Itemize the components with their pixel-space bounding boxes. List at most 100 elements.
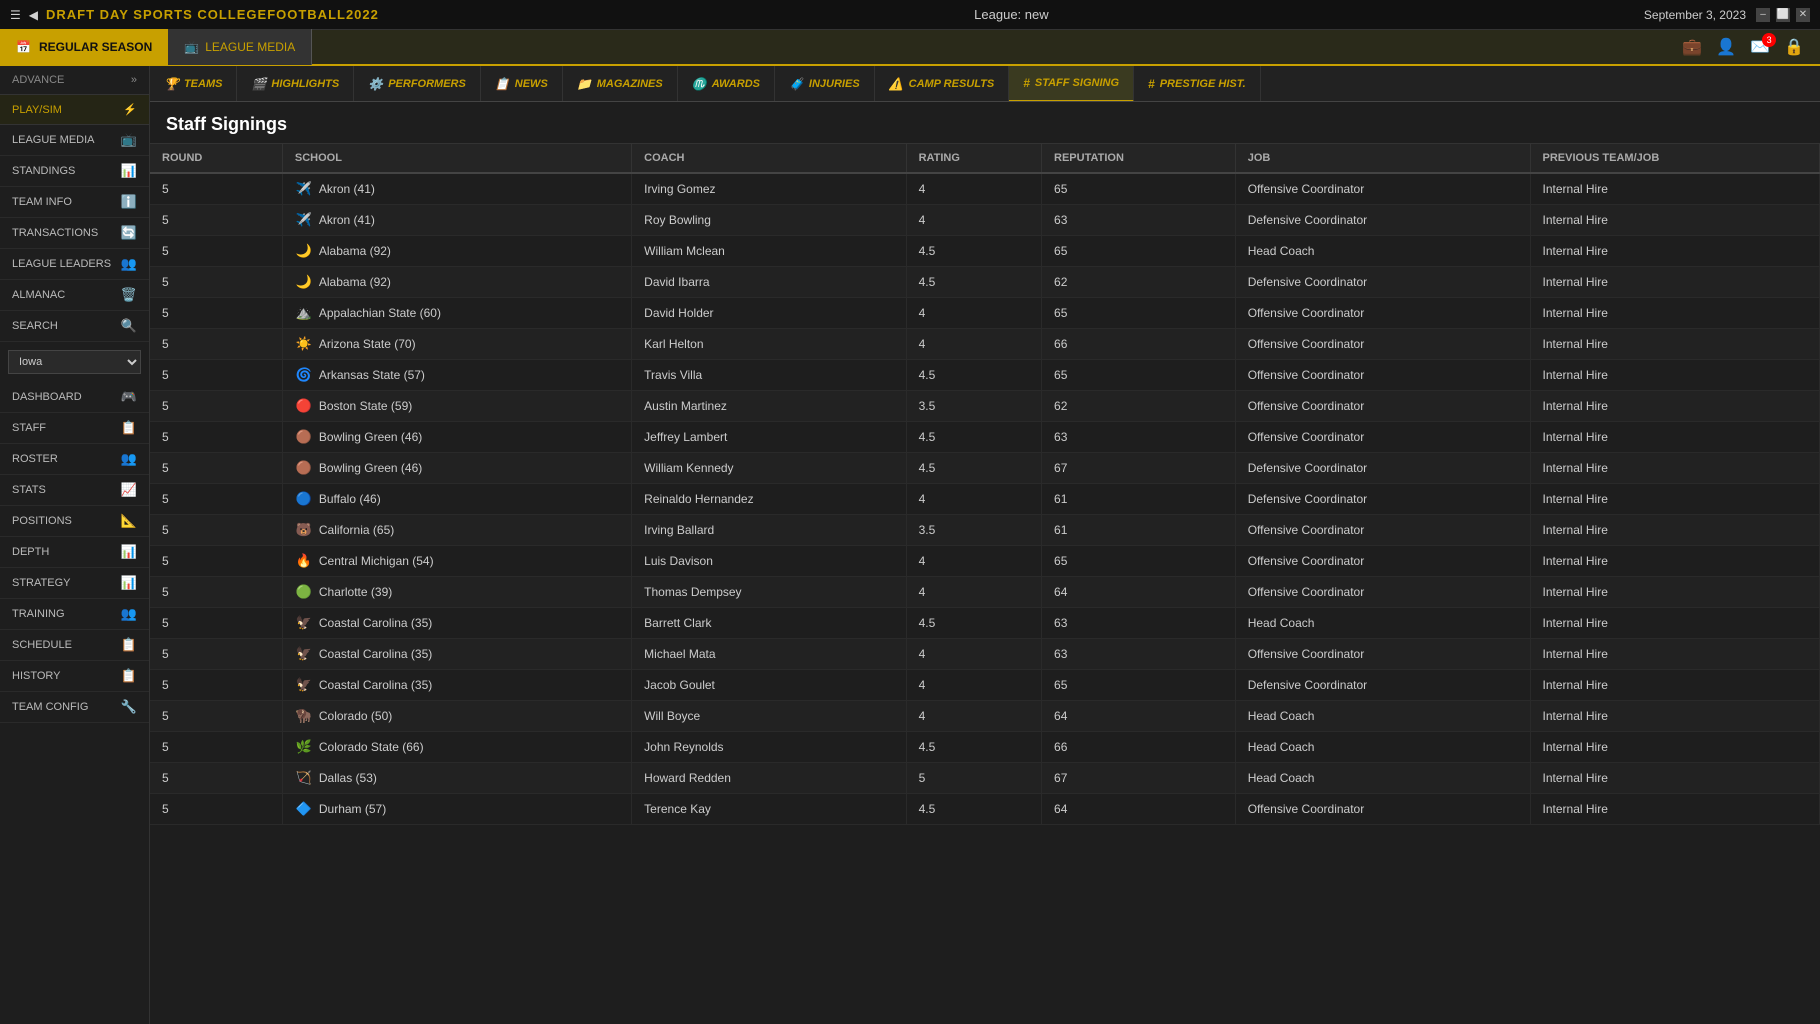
sidebar-item-history[interactable]: HISTORY 📋 xyxy=(0,661,149,692)
school-icon: 🦅 xyxy=(295,676,313,694)
briefcase-icon[interactable]: 💼 xyxy=(1682,37,1702,57)
cell-round: 5 xyxy=(150,639,282,670)
school-name: Arizona State (70) xyxy=(319,337,416,351)
mail-icon[interactable]: ✉️ 3 xyxy=(1750,37,1770,57)
close-button[interactable]: ✕ xyxy=(1796,8,1810,22)
table-row[interactable]: 5 🦅 Coastal Carolina (35) Michael Mata 4… xyxy=(150,639,1820,670)
tab-staff-signing[interactable]: # Staff Signing xyxy=(1009,66,1134,102)
table-row[interactable]: 5 🟤 Bowling Green (46) William Kennedy 4… xyxy=(150,453,1820,484)
cell-coach: David Ibarra xyxy=(632,267,906,298)
table-row[interactable]: 5 🔵 Buffalo (46) Reinaldo Hernandez 4 61… xyxy=(150,484,1820,515)
tab-awards[interactable]: ♏ Awards xyxy=(678,66,775,102)
sidebar-item-dashboard[interactable]: DASHBOARD 🎮 xyxy=(0,382,149,413)
awards-tab-label: Awards xyxy=(712,78,760,90)
lock-icon[interactable]: 🔒 xyxy=(1784,37,1804,57)
advance-label: ADVANCE xyxy=(12,74,64,86)
sidebar-item-league-media[interactable]: LEAGUE MEDIA 📺 xyxy=(0,125,149,156)
sidebar-item-roster[interactable]: ROSTER 👥 xyxy=(0,444,149,475)
back-icon[interactable]: ◀ xyxy=(29,8,38,22)
tab-prestige-hist[interactable]: # Prestige Hist. xyxy=(1134,66,1261,102)
stats-icon: 📈 xyxy=(121,482,137,498)
col-job: Job xyxy=(1235,144,1530,173)
performers-tab-label: Performers xyxy=(388,78,466,90)
sidebar-team-info-label: TEAM INFO xyxy=(12,196,72,208)
table-row[interactable]: 5 🔥 Central Michigan (54) Luis Davison 4… xyxy=(150,546,1820,577)
sidebar-item-team-config[interactable]: TEAM CONFIG 🔧 xyxy=(0,692,149,723)
table-row[interactable]: 5 🟢 Charlotte (39) Thomas Dempsey 4 64 O… xyxy=(150,577,1820,608)
tab-magazines[interactable]: 📁 Magazines xyxy=(563,66,678,102)
table-row[interactable]: 5 🌙 Alabama (92) William Mclean 4.5 65 H… xyxy=(150,236,1820,267)
menu-icon[interactable]: ☰ xyxy=(10,8,21,22)
tab-camp-results[interactable]: ⚠️ Camp Results xyxy=(875,66,1010,102)
table-row[interactable]: 5 🌀 Arkansas State (57) Travis Villa 4.5… xyxy=(150,360,1820,391)
sidebar-item-search[interactable]: SEARCH 🔍 xyxy=(0,311,149,342)
tab-injuries[interactable]: 🧳 Injuries xyxy=(775,66,875,102)
league-media-button[interactable]: 📺 LEAGUE MEDIA xyxy=(168,29,312,65)
config-icon: 🔧 xyxy=(121,699,137,715)
sidebar-item-staff[interactable]: STAFF 📋 xyxy=(0,413,149,444)
cell-reputation: 65 xyxy=(1042,546,1236,577)
cell-job: Defensive Coordinator xyxy=(1235,484,1530,515)
table-row[interactable]: 5 🌙 Alabama (92) David Ibarra 4.5 62 Def… xyxy=(150,267,1820,298)
swap-icon: 🔄 xyxy=(121,225,137,241)
sidebar-item-depth[interactable]: DEPTH 📊 xyxy=(0,537,149,568)
sidebar-playsim[interactable]: PLAY/SIM ⚡ xyxy=(0,95,149,125)
cell-school: 🏹 Dallas (53) xyxy=(282,763,631,794)
sidebar-item-schedule[interactable]: SCHEDULE 📋 xyxy=(0,630,149,661)
sidebar-item-transactions[interactable]: TRANSACTIONS 🔄 xyxy=(0,218,149,249)
table-row[interactable]: 5 🟤 Bowling Green (46) Jeffrey Lambert 4… xyxy=(150,422,1820,453)
magazines-tab-label: Magazines xyxy=(597,78,663,90)
minimize-button[interactable]: – xyxy=(1756,8,1770,22)
restore-button[interactable]: ⬜ xyxy=(1776,8,1790,22)
sidebar-advance[interactable]: ADVANCE » xyxy=(0,66,149,95)
profile-icon[interactable]: 👤 xyxy=(1716,37,1736,57)
top-bar-icons: 💼 👤 ✉️ 3 🔒 xyxy=(1682,37,1820,57)
cell-reputation: 64 xyxy=(1042,577,1236,608)
sidebar-item-strategy[interactable]: STRATEGY 📊 xyxy=(0,568,149,599)
table-row[interactable]: 5 🔷 Durham (57) Terence Kay 4.5 64 Offen… xyxy=(150,794,1820,825)
sidebar-item-positions[interactable]: POSITIONS 📐 xyxy=(0,506,149,537)
sidebar-item-training[interactable]: TRAINING 👥 xyxy=(0,599,149,630)
regular-season-button[interactable]: 📅 REGULAR SEASON xyxy=(0,29,168,65)
table-row[interactable]: 5 🌿 Colorado State (66) John Reynolds 4.… xyxy=(150,732,1820,763)
injuries-tab-label: Injuries xyxy=(809,78,860,90)
sidebar-item-league-leaders[interactable]: LEAGUE LEADERS 👥 xyxy=(0,249,149,280)
table-header-row: Round School Coach Rating Reputation Job… xyxy=(150,144,1820,173)
sidebar-item-team-info[interactable]: TEAM INFO ℹ️ xyxy=(0,187,149,218)
table-row[interactable]: 5 🏹 Dallas (53) Howard Redden 5 67 Head … xyxy=(150,763,1820,794)
tab-highlights[interactable]: 🎬 Highlights xyxy=(237,66,354,102)
cell-coach: Jacob Goulet xyxy=(632,670,906,701)
tab-news[interactable]: 📋 News xyxy=(481,66,563,102)
tab-performers[interactable]: ⚙️ Performers xyxy=(354,66,481,102)
sidebar-item-stats[interactable]: STATS 📈 xyxy=(0,475,149,506)
cell-job: Offensive Coordinator xyxy=(1235,639,1530,670)
magazines-tab-icon: 📁 xyxy=(577,77,592,91)
table-row[interactable]: 5 ✈️ Akron (41) Roy Bowling 4 63 Defensi… xyxy=(150,205,1820,236)
table-row[interactable]: 5 ✈️ Akron (41) Irving Gomez 4 65 Offens… xyxy=(150,173,1820,205)
cell-job: Offensive Coordinator xyxy=(1235,422,1530,453)
school-icon: ✈️ xyxy=(295,180,313,198)
table-row[interactable]: 5 ☀️ Arizona State (70) Karl Helton 4 66… xyxy=(150,329,1820,360)
table-row[interactable]: 5 🦬 Colorado (50) Will Boyce 4 64 Head C… xyxy=(150,701,1820,732)
tab-teams[interactable]: 🏆 Teams xyxy=(150,66,237,102)
cell-rating: 4.5 xyxy=(906,453,1041,484)
window-controls[interactable]: – ⬜ ✕ xyxy=(1756,8,1810,22)
table-row[interactable]: 5 ⛰️ Appalachian State (60) David Holder… xyxy=(150,298,1820,329)
cell-rating: 4 xyxy=(906,546,1041,577)
cell-rating: 4.5 xyxy=(906,732,1041,763)
school-icon: 🔷 xyxy=(295,800,313,818)
table-row[interactable]: 5 🦅 Coastal Carolina (35) Barrett Clark … xyxy=(150,608,1820,639)
sidebar-item-almanac[interactable]: ALMANAC 🗑️ xyxy=(0,280,149,311)
table-row[interactable]: 5 🦅 Coastal Carolina (35) Jacob Goulet 4… xyxy=(150,670,1820,701)
cell-prev-job: Internal Hire xyxy=(1530,267,1819,298)
school-icon: 🏹 xyxy=(295,769,313,787)
cell-school: 🟢 Charlotte (39) xyxy=(282,577,631,608)
cell-school: 🐻 California (65) xyxy=(282,515,631,546)
team-select[interactable]: Iowa xyxy=(8,350,141,374)
sidebar-item-standings[interactable]: STANDINGS 📊 xyxy=(0,156,149,187)
cell-school: ✈️ Akron (41) xyxy=(282,205,631,236)
cell-round: 5 xyxy=(150,205,282,236)
table-row[interactable]: 5 🔴 Boston State (59) Austin Martinez 3.… xyxy=(150,391,1820,422)
table-row[interactable]: 5 🐻 California (65) Irving Ballard 3.5 6… xyxy=(150,515,1820,546)
school-icon: 🔥 xyxy=(295,552,313,570)
